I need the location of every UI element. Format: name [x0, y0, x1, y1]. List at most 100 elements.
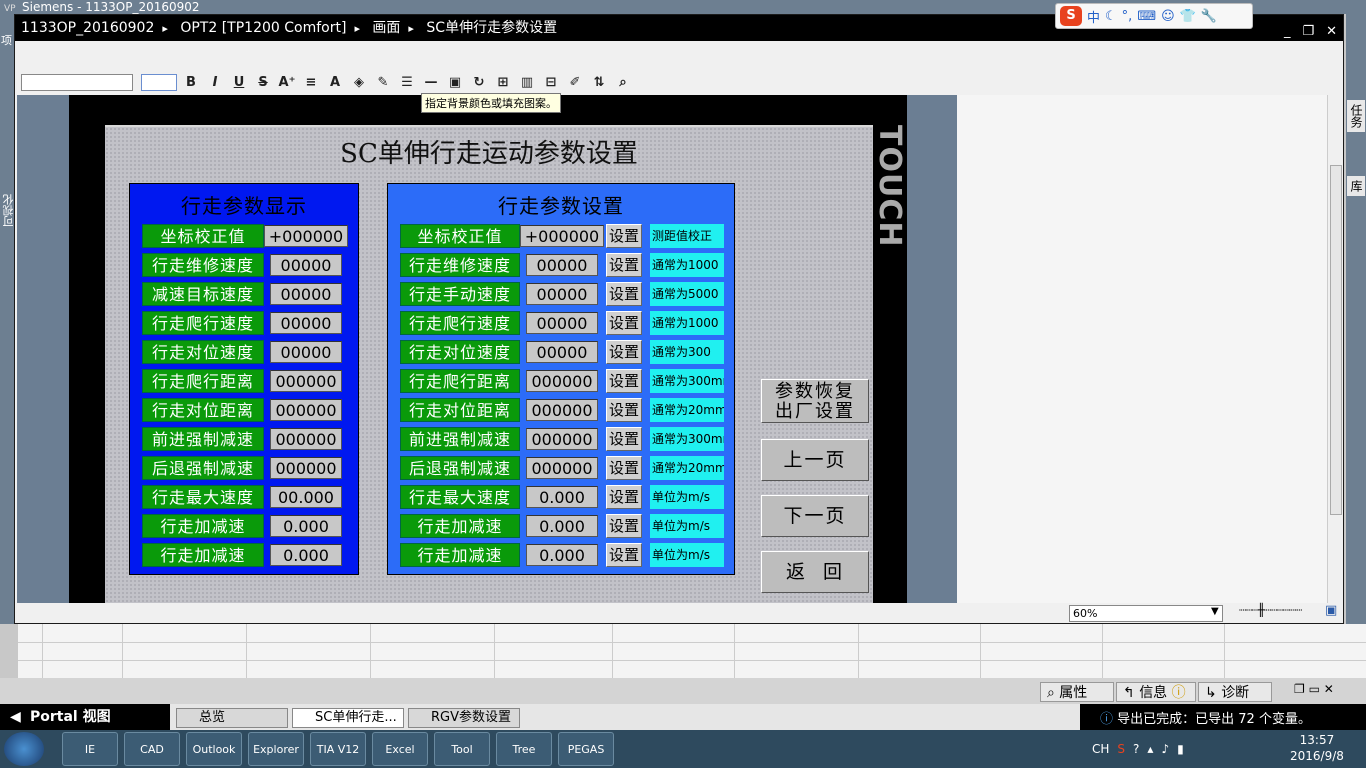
setting-label: 后退强制减速 [400, 456, 520, 480]
doc-tab-sc-screen[interactable]: SC单伸行走... [292, 708, 404, 728]
moon-icon[interactable]: ☾ [1105, 9, 1117, 24]
font-color-icon[interactable]: A [325, 75, 345, 90]
fit-page-icon[interactable]: ▣ [1325, 603, 1337, 618]
tab-info[interactable]: ↰ 信息 ⓘ [1116, 682, 1196, 702]
set-button[interactable]: 设置 [606, 427, 642, 451]
setting-input[interactable]: 00000 [526, 254, 598, 276]
align-objects-icon[interactable]: ⊞ [493, 75, 513, 90]
taskbar-explorer[interactable]: Explorer [248, 732, 304, 766]
setting-input[interactable]: 00000 [526, 312, 598, 334]
keyboard-icon[interactable]: ⌨ [1137, 9, 1156, 24]
sogou-tray-icon[interactable]: S [1117, 742, 1125, 756]
zoom-select[interactable]: 60% [1069, 605, 1223, 622]
taskbar-excel[interactable]: Excel [372, 732, 428, 766]
breadcrumb-device[interactable]: OPT2 [TP1200 Comfort] [180, 20, 346, 36]
setting-input[interactable]: 00000 [526, 283, 598, 305]
format-painter-icon[interactable]: ✐ [565, 75, 585, 90]
set-button[interactable]: 设置 [606, 253, 642, 277]
tab-order-icon[interactable]: ⇅ [589, 75, 609, 90]
tray-language[interactable]: CH [1092, 742, 1109, 756]
factory-reset-button[interactable]: 参数恢复 出厂设置 [761, 379, 869, 423]
set-button[interactable]: 设置 [606, 456, 642, 480]
clock[interactable]: 13:57 2016/9/8 [1290, 732, 1344, 764]
minimize-icon[interactable]: _ [1284, 19, 1291, 45]
tray-expand-icon[interactable]: ▴ [1147, 742, 1153, 756]
shirt-icon[interactable]: 👕 [1180, 9, 1196, 24]
tab-tasks[interactable]: 任务 [1347, 100, 1365, 132]
set-button[interactable]: 设置 [606, 543, 642, 567]
italic-icon[interactable]: I [205, 75, 225, 90]
setting-input[interactable]: 00000 [526, 341, 598, 363]
tab-properties[interactable]: ⌕ 属性 [1040, 682, 1114, 702]
set-button[interactable]: 设置 [606, 514, 642, 538]
ime-toolbar[interactable]: S 中 ☾ °, ⌨ ☺ 👕 🔧 [1055, 3, 1253, 29]
zoom-slider[interactable]: ┈┈┈╫┈┈┈┈┈┈ [1239, 603, 1302, 617]
restore-icon[interactable]: ❐ [1302, 19, 1314, 45]
chevron-down-icon[interactable]: ▼ [1211, 606, 1219, 617]
breadcrumb-screens[interactable]: 画面 [372, 20, 400, 36]
tab-libraries[interactable]: 库 [1347, 176, 1365, 196]
taskbar-tree-label: Tree [512, 743, 536, 756]
bold-icon[interactable]: B [181, 75, 201, 90]
doc-tab-overview[interactable]: 总览 [176, 708, 288, 728]
zoom-select-icon[interactable]: ⌕ [613, 75, 633, 90]
taskbar-ie[interactable]: IE [62, 732, 118, 766]
font-family-input[interactable] [21, 73, 133, 91]
fill-color-icon[interactable]: ◈ [349, 75, 369, 90]
set-button[interactable]: 设置 [606, 282, 642, 306]
arrange-icon[interactable]: ▣ [445, 75, 465, 90]
rotate-icon[interactable]: ↻ [469, 75, 489, 90]
back-button[interactable]: 返 回 [761, 551, 869, 593]
breadcrumb-project[interactable]: 1133OP_20160902 [21, 20, 154, 36]
setting-input[interactable]: 0.000 [526, 515, 598, 537]
ime-language[interactable]: 中 [1087, 7, 1100, 26]
set-button[interactable]: 设置 [606, 485, 642, 509]
setting-input[interactable]: 000000 [526, 399, 598, 421]
setting-input[interactable]: 000000 [526, 428, 598, 450]
breadcrumb-screen[interactable]: SC单伸行走参数设置 [426, 20, 557, 36]
align-icon[interactable]: ≡ [301, 75, 321, 90]
setting-input[interactable]: 0.000 [526, 486, 598, 508]
display-label: 行走加减速 [142, 514, 264, 538]
set-button[interactable]: 设置 [606, 398, 642, 422]
taskbar-pegas[interactable]: PEGAS [558, 732, 614, 766]
strikethrough-icon[interactable]: S [253, 75, 273, 90]
vertical-scrollbar[interactable] [1327, 95, 1343, 603]
taskbar-cad[interactable]: CAD [124, 732, 180, 766]
portal-view-button[interactable]: ◀ Portal 视图 [0, 704, 170, 730]
font-size-input[interactable] [141, 73, 177, 91]
user-icon[interactable]: ☺ [1161, 9, 1175, 24]
close-icon[interactable]: ✕ [1326, 19, 1337, 45]
line-color-icon[interactable]: ✎ [373, 75, 393, 90]
taskbar-tia[interactable]: TIA V12 [310, 732, 366, 766]
font-grow-icon[interactable]: A⁺ [277, 75, 297, 90]
setting-input[interactable]: 000000 [526, 370, 598, 392]
wrench-icon[interactable]: 🔧 [1201, 9, 1217, 24]
punct-icon[interactable]: °, [1122, 9, 1133, 24]
set-button[interactable]: 设置 [606, 340, 642, 364]
window-layout-icons[interactable]: ❐ ▭ ✕ [1294, 682, 1334, 696]
setting-input[interactable]: 0.000 [526, 544, 598, 566]
start-button[interactable] [4, 732, 44, 766]
set-button[interactable]: 设置 [606, 311, 642, 335]
tab-diagnostics[interactable]: ↳ 诊断 [1198, 682, 1272, 702]
scrollbar-thumb[interactable] [1330, 165, 1342, 515]
line-width-icon[interactable]: — [421, 75, 441, 90]
taskbar-outlook[interactable]: Outlook [186, 732, 242, 766]
set-button[interactable]: 设置 [606, 369, 642, 393]
next-page-button[interactable]: 下一页 [761, 495, 869, 537]
set-button[interactable]: 设置 [606, 224, 642, 248]
speaker-icon[interactable]: ♪ [1161, 742, 1169, 756]
line-style-icon[interactable]: ☰ [397, 75, 417, 90]
same-size-icon[interactable]: ⊟ [541, 75, 561, 90]
taskbar-tool[interactable]: Tool [434, 732, 490, 766]
setting-input[interactable]: 000000 [526, 457, 598, 479]
network-icon[interactable]: ▮ [1177, 742, 1184, 756]
help-icon[interactable]: ? [1133, 742, 1139, 756]
setting-input[interactable]: +000000 [520, 225, 604, 247]
taskbar-tree[interactable]: Tree [496, 732, 552, 766]
prev-page-button[interactable]: 上一页 [761, 439, 869, 481]
doc-tab-rgv[interactable]: RGV参数设置 [408, 708, 520, 728]
underline-icon[interactable]: U [229, 75, 249, 90]
distribute-icon[interactable]: ▥ [517, 75, 537, 90]
